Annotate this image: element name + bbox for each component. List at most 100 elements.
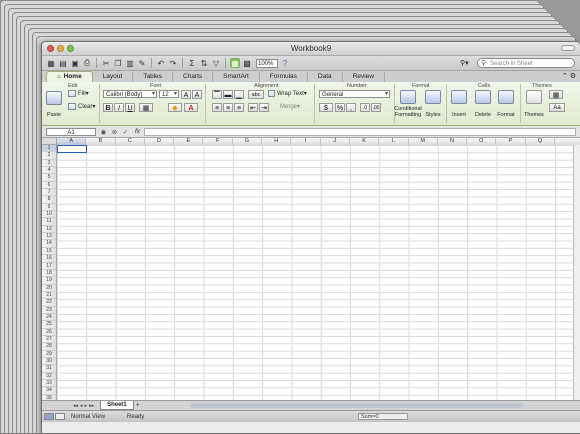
toolbar-toggle-button[interactable] xyxy=(561,45,575,51)
gallery-icon[interactable]: ▦ xyxy=(230,58,240,68)
paste-icon[interactable]: ▥ xyxy=(125,58,135,68)
column-header[interactable]: P xyxy=(496,138,526,145)
copy-icon[interactable]: ❐ xyxy=(113,58,123,68)
decrease-decimal-button[interactable]: .00 xyxy=(371,103,381,112)
sum-display[interactable]: Sum=0 xyxy=(358,413,408,420)
insert-function-button[interactable]: fx xyxy=(135,128,140,135)
bold-button[interactable]: B xyxy=(103,103,113,112)
comma-button[interactable]: , xyxy=(346,103,356,112)
format-painter-icon[interactable]: ✎ xyxy=(137,58,147,68)
enter-icon[interactable]: ✓ xyxy=(122,128,129,136)
styles-icon[interactable] xyxy=(425,90,441,104)
undo-icon[interactable]: ↶ xyxy=(156,58,166,68)
row-header[interactable]: 7 xyxy=(42,189,56,197)
conditional-formatting-button[interactable]: Conditional Formatting xyxy=(391,106,425,118)
column-header[interactable]: G xyxy=(233,138,263,145)
row-header[interactable]: 25 xyxy=(42,321,56,329)
row-header[interactable]: 11 xyxy=(42,218,56,226)
insert-icon[interactable] xyxy=(451,90,467,104)
fill-color-button[interactable]: ◆ xyxy=(168,103,182,112)
wrap-text-button[interactable]: Wrap Text ▾ xyxy=(268,90,307,97)
column-header[interactable]: F xyxy=(203,138,233,145)
row-header[interactable]: 17 xyxy=(42,263,56,270)
row-header[interactable]: 21 xyxy=(42,292,56,300)
align-middle-button[interactable]: ▬ xyxy=(223,90,233,99)
column-header[interactable]: D xyxy=(145,138,175,145)
open-icon[interactable]: ▤ xyxy=(58,58,68,68)
ribbon-options-icon[interactable]: ⌃ ⚙ xyxy=(562,72,576,80)
row-header[interactable]: 15 xyxy=(42,248,56,256)
row-header[interactable]: 9 xyxy=(42,204,56,212)
increase-indent-button[interactable]: ⇥ xyxy=(259,103,269,112)
column-header[interactable]: I xyxy=(291,138,321,145)
sheet-tab-sheet1[interactable]: Sheet1 xyxy=(100,401,134,410)
row-header[interactable]: 16 xyxy=(42,255,56,263)
cut-icon[interactable]: ✂ xyxy=(101,58,111,68)
row-header[interactable]: 19 xyxy=(42,277,56,285)
row-header[interactable]: 22 xyxy=(42,299,56,307)
save-icon[interactable]: ▣ xyxy=(70,58,80,68)
column-header[interactable]: L xyxy=(379,138,409,145)
fill-button[interactable]: Fill ▾ xyxy=(68,90,89,97)
search-input[interactable]: ⚲ Search in Sheet xyxy=(477,58,575,68)
format-button[interactable]: Format xyxy=(494,112,518,118)
row-header[interactable]: 1 xyxy=(42,145,56,153)
row-header[interactable]: 26 xyxy=(42,329,56,336)
row-header[interactable]: 3 xyxy=(42,160,56,168)
row-header[interactable]: 33 xyxy=(42,380,56,388)
column-header[interactable]: O xyxy=(467,138,497,145)
theme-colors-button[interactable]: ▦ xyxy=(549,90,563,99)
number-format-select[interactable]: General xyxy=(319,90,390,98)
row-header[interactable]: 10 xyxy=(42,211,56,219)
zoom-select[interactable]: 100% xyxy=(256,58,278,68)
column-header[interactable]: E xyxy=(174,138,204,145)
decrease-indent-button[interactable]: ⇤ xyxy=(248,103,258,112)
row-header[interactable]: 28 xyxy=(42,343,56,351)
page-layout-view-button[interactable] xyxy=(55,413,65,420)
row-header[interactable]: 31 xyxy=(42,365,56,373)
grow-font-button[interactable]: A xyxy=(181,90,191,99)
row-header[interactable]: 18 xyxy=(42,270,56,278)
filter-icon[interactable]: ▽ xyxy=(211,58,221,68)
align-bottom-button[interactable]: ▁ xyxy=(234,90,244,99)
font-size-select[interactable]: 12 xyxy=(159,90,179,98)
column-header[interactable]: H xyxy=(262,138,292,145)
shrink-font-button[interactable]: A xyxy=(192,90,202,99)
prev-sheet-icon[interactable]: ◂ xyxy=(80,403,83,409)
insert-button[interactable]: Insert xyxy=(447,112,471,118)
row-header[interactable]: 14 xyxy=(42,240,56,248)
horizontal-scrollbar[interactable] xyxy=(190,403,524,408)
print-icon[interactable]: ⎙ xyxy=(82,58,92,68)
toolbox-icon[interactable]: ▩ xyxy=(242,58,252,68)
sort-icon[interactable]: ⇅ xyxy=(199,58,209,68)
tab-home[interactable]: ⌂ Home xyxy=(46,71,93,82)
borders-button[interactable]: ▦ xyxy=(139,103,153,112)
font-name-select[interactable]: Calibri (Body) xyxy=(103,90,157,98)
column-header[interactable]: C xyxy=(116,138,145,145)
row-header[interactable]: 8 xyxy=(42,196,56,204)
row-header[interactable]: 20 xyxy=(42,285,56,292)
increase-decimal-button[interactable]: .0 xyxy=(360,103,370,112)
tab-formulas[interactable]: Formulas xyxy=(260,72,308,82)
vertical-scrollbar[interactable] xyxy=(573,145,580,400)
title-bar[interactable]: Workbook9 xyxy=(42,42,580,56)
orientation-button[interactable]: abc xyxy=(248,90,264,99)
theme-fonts-button[interactable]: Aa xyxy=(549,103,565,112)
active-cell[interactable] xyxy=(57,145,87,153)
normal-view-button[interactable] xyxy=(44,413,54,420)
themes-icon[interactable] xyxy=(526,90,542,104)
tab-charts[interactable]: Charts xyxy=(173,72,214,82)
first-sheet-icon[interactable]: ◂◂ xyxy=(73,403,78,409)
delete-icon[interactable] xyxy=(475,90,491,104)
row-header[interactable]: 23 xyxy=(42,307,56,314)
row-header[interactable]: 27 xyxy=(42,336,56,344)
redo-icon[interactable]: ↷ xyxy=(168,58,178,68)
row-header[interactable]: 24 xyxy=(42,314,56,322)
column-header[interactable]: M xyxy=(409,138,438,145)
row-header[interactable]: 5 xyxy=(42,174,56,182)
themes-button[interactable]: Themes xyxy=(521,112,547,118)
tab-review[interactable]: Review xyxy=(343,72,385,82)
autosum-icon[interactable]: Σ xyxy=(187,58,197,68)
styles-button[interactable]: Styles xyxy=(422,112,444,118)
last-sheet-icon[interactable]: ▸▸ xyxy=(89,403,94,409)
